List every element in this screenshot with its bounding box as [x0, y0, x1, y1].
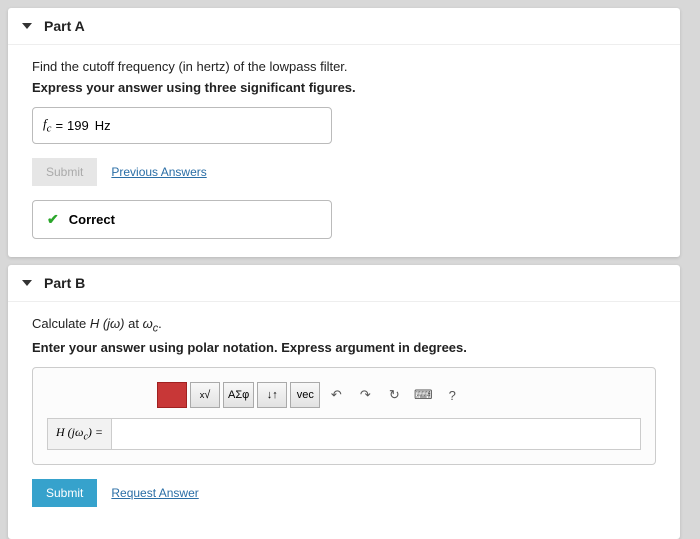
answer-value: 199: [67, 118, 89, 133]
vec-tool[interactable]: vec: [290, 382, 320, 408]
answer-eq: =: [55, 118, 63, 133]
equation-toolbar: x√ ΑΣφ ↓↑ vec ↶ ↷ ↻ ⌨ ?: [157, 382, 641, 408]
correct-label: Correct: [69, 212, 115, 227]
part-b-panel: Part B Calculate H (jω) at ωc. Enter you…: [8, 265, 680, 539]
part-b-instruction: Enter your answer using polar notation. …: [32, 340, 656, 355]
submit-button[interactable]: Submit: [32, 479, 97, 507]
redo-icon[interactable]: ↷: [352, 382, 378, 408]
equation-input-row: H (jωc) =: [47, 418, 641, 450]
part-b-header[interactable]: Part B: [8, 265, 680, 302]
equation-input[interactable]: [111, 418, 641, 450]
part-a-button-row: Submit Previous Answers: [32, 158, 656, 186]
part-b-question: Calculate H (jω) at ωc.: [32, 316, 656, 335]
part-a-body: Find the cutoff frequency (in hertz) of …: [8, 45, 680, 257]
templates-tool[interactable]: [157, 382, 187, 408]
part-a-instruction: Express your answer using three signific…: [32, 80, 656, 95]
answer-var: fc: [43, 116, 51, 135]
help-icon[interactable]: ?: [439, 382, 465, 408]
previous-answers-link[interactable]: Previous Answers: [111, 165, 206, 179]
answer-unit: Hz: [95, 118, 111, 133]
check-icon: ✔: [47, 211, 59, 228]
part-b-button-row: Submit Request Answer: [32, 479, 656, 507]
part-a-panel: Part A Find the cutoff frequency (in her…: [8, 8, 680, 257]
keyboard-icon[interactable]: ⌨: [410, 382, 436, 408]
correct-feedback: ✔ Correct: [32, 200, 332, 239]
chevron-down-icon: [22, 280, 32, 286]
answer-display: fc = 199 Hz: [32, 107, 332, 144]
reset-icon[interactable]: ↻: [381, 382, 407, 408]
undo-icon[interactable]: ↶: [323, 382, 349, 408]
part-b-title: Part B: [44, 275, 85, 291]
equation-label: H (jωc) =: [47, 418, 111, 450]
part-b-body: Calculate H (jω) at ωc. Enter your answe…: [8, 302, 680, 539]
part-a-title: Part A: [44, 18, 85, 34]
sqrt-tool[interactable]: x√: [190, 382, 220, 408]
request-answer-link[interactable]: Request Answer: [111, 486, 198, 500]
chevron-down-icon: [22, 23, 32, 29]
part-a-header[interactable]: Part A: [8, 8, 680, 45]
submit-button: Submit: [32, 158, 97, 186]
greek-tool[interactable]: ΑΣφ: [223, 382, 254, 408]
subscript-tool[interactable]: ↓↑: [257, 382, 287, 408]
part-a-question: Find the cutoff frequency (in hertz) of …: [32, 59, 656, 74]
equation-editor: x√ ΑΣφ ↓↑ vec ↶ ↷ ↻ ⌨ ? H (jωc) =: [32, 367, 656, 465]
